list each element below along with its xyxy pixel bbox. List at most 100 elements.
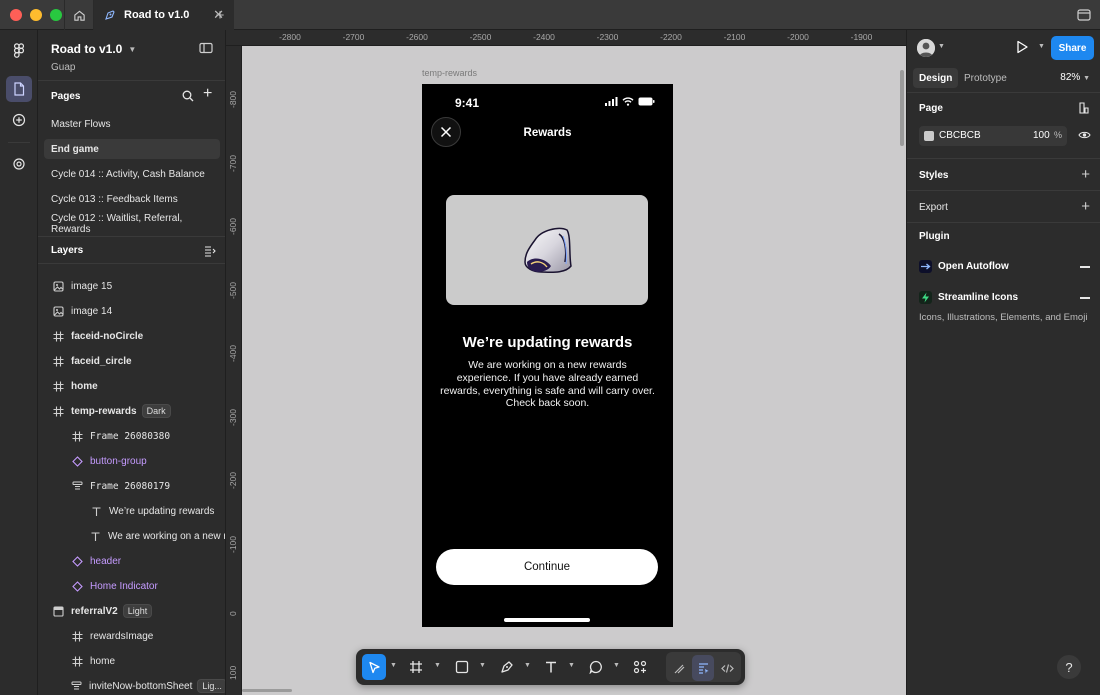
frame-icon xyxy=(71,430,83,442)
add-style-icon[interactable]: + xyxy=(1081,167,1090,182)
battery-icon xyxy=(638,97,655,106)
actions-button[interactable] xyxy=(628,654,652,680)
chevron-down-icon[interactable]: ▼ xyxy=(938,43,945,50)
layer-row[interactable]: home xyxy=(38,375,225,397)
variable-mode-badge[interactable]: Light xyxy=(122,604,153,618)
page-item[interactable]: Cycle 014 :: Activity, Cash Balance xyxy=(44,164,220,184)
close-window-button[interactable] xyxy=(10,8,22,21)
file-panel-button[interactable] xyxy=(6,76,32,102)
layer-row[interactable]: We’re updating rewards xyxy=(38,500,225,522)
chevron-down-icon[interactable]: ▼ xyxy=(390,662,397,669)
plugins-button[interactable] xyxy=(6,151,32,177)
collapse-layers-icon[interactable] xyxy=(204,245,216,257)
color-swatch[interactable] xyxy=(924,131,934,141)
chevron-down-icon[interactable]: ▼ xyxy=(434,662,441,669)
page-settings-icon[interactable] xyxy=(1078,102,1090,114)
temp-rewards-frame[interactable]: 9:41 Rewards We’re updating rewards We a… xyxy=(422,84,673,627)
chevron-down-icon[interactable]: ▼ xyxy=(1038,43,1045,50)
new-tab-button[interactable]: + xyxy=(210,0,230,30)
variable-mode-badge[interactable]: Dark xyxy=(141,404,171,418)
assets-button[interactable] xyxy=(6,107,32,133)
pages-title: Pages xyxy=(51,91,81,102)
page-item[interactable]: Cycle 012 :: Waitlist, Referral, Rewards xyxy=(44,213,220,235)
home-button[interactable] xyxy=(64,0,94,30)
page-item[interactable]: End game xyxy=(44,139,220,159)
layer-row[interactable]: We are working on a new rew xyxy=(38,525,225,547)
horizontal-scrollbar[interactable] xyxy=(242,689,292,692)
opacity-value[interactable]: 100 xyxy=(1033,130,1050,141)
layer-label: referralV2 xyxy=(71,605,118,617)
layer-row[interactable]: Home Indicator xyxy=(38,575,225,597)
eye-icon[interactable] xyxy=(1078,130,1091,140)
avatar[interactable] xyxy=(917,39,935,57)
share-button[interactable]: Share xyxy=(1051,36,1094,60)
project-title[interactable]: Road to v1.0 ▼ xyxy=(51,42,136,56)
present-button[interactable] xyxy=(1015,40,1029,57)
page-color-field[interactable]: CBCBCB 100 % xyxy=(919,126,1067,146)
add-export-icon[interactable]: + xyxy=(1081,199,1090,214)
layer-row[interactable]: inviteNow-bottomSheet Lig... xyxy=(38,675,225,695)
divider xyxy=(38,263,225,264)
plugin-open-autoflow[interactable]: Open Autoflow xyxy=(919,260,1009,273)
layer-row[interactable]: header xyxy=(38,550,225,572)
layer-row[interactable]: image 14 xyxy=(38,300,225,322)
instance-icon xyxy=(71,455,83,467)
ruler-tick-label: -2000 xyxy=(787,32,809,42)
comment-tool-button[interactable] xyxy=(584,654,608,680)
panel-toggle-icon[interactable] xyxy=(199,42,213,54)
layer-label: Frame 26080179 xyxy=(90,480,171,492)
move-tool-button[interactable] xyxy=(362,654,386,680)
text-tool-button[interactable] xyxy=(539,654,563,680)
autolayout-icon xyxy=(71,680,82,692)
layer-label: home xyxy=(71,380,98,392)
add-page-icon[interactable]: + xyxy=(203,85,212,103)
layer-row[interactable]: rewardsImage xyxy=(38,625,225,647)
tab-prototype[interactable]: Prototype xyxy=(958,68,1013,88)
layer-row[interactable]: Frame 26080380 xyxy=(38,425,225,447)
page-item[interactable]: Cycle 013 :: Feedback Items xyxy=(44,189,220,209)
layer-row[interactable]: faceid-noCircle xyxy=(38,325,225,347)
layer-row[interactable]: image 15 xyxy=(38,275,225,297)
canvas[interactable]: -2800 -2700 -2600 -2500 -2400 -2300 -2200 -2100… xyxy=(226,30,906,695)
sidebar-toggle-icon[interactable] xyxy=(1076,7,1092,23)
layer-row[interactable]: temp-rewards Dark xyxy=(38,400,225,422)
dev-mode-button[interactable] xyxy=(716,655,738,681)
layer-label: We’re updating rewards xyxy=(109,505,215,517)
zoom-level[interactable]: 82% ▼ xyxy=(1060,72,1090,83)
variable-mode-badge[interactable]: Lig... xyxy=(197,679,225,693)
tab-design[interactable]: Design xyxy=(913,68,959,88)
chevron-down-icon[interactable]: ▼ xyxy=(613,662,620,669)
shape-tool-button[interactable] xyxy=(450,654,474,680)
vertical-scrollbar[interactable] xyxy=(900,70,904,146)
help-button[interactable]: ? xyxy=(1057,655,1081,679)
layer-row[interactable]: button-group xyxy=(38,450,225,472)
draw-mode-button[interactable] xyxy=(668,655,690,681)
zoom-window-button[interactable] xyxy=(50,8,62,21)
continue-button[interactable]: Continue xyxy=(436,549,658,585)
layer-label: faceid_circle xyxy=(71,355,132,367)
frame-label[interactable]: temp-rewards xyxy=(422,68,477,78)
plugin-streamline-icons[interactable]: Streamline Icons xyxy=(919,291,1018,304)
color-hex[interactable]: CBCBCB xyxy=(939,130,981,141)
layer-row[interactable]: Frame 26080179 xyxy=(38,475,225,497)
chevron-down-icon[interactable]: ▼ xyxy=(524,662,531,669)
instance-icon xyxy=(71,555,83,567)
chevron-down-icon[interactable]: ▼ xyxy=(568,662,575,669)
remove-plugin-icon[interactable] xyxy=(1080,297,1090,299)
main-menu-button[interactable] xyxy=(6,38,32,64)
design-mode-button[interactable] xyxy=(692,655,714,681)
layer-row[interactable]: referralV2 Light xyxy=(38,600,225,622)
page-item[interactable]: Master Flows xyxy=(44,114,220,134)
image-icon xyxy=(52,305,64,317)
remove-plugin-icon[interactable] xyxy=(1080,266,1090,268)
frame-tool-button[interactable] xyxy=(404,654,428,680)
layer-row[interactable]: home xyxy=(38,650,225,672)
layer-row[interactable]: faceid_circle xyxy=(38,350,225,372)
autolayout-icon xyxy=(71,480,83,492)
pen-tool-button[interactable] xyxy=(495,654,519,680)
chevron-down-icon: ▼ xyxy=(1083,75,1090,82)
chevron-down-icon[interactable]: ▼ xyxy=(479,662,486,669)
search-icon[interactable] xyxy=(182,90,194,102)
status-icons xyxy=(605,97,655,106)
minimize-window-button[interactable] xyxy=(30,8,42,21)
